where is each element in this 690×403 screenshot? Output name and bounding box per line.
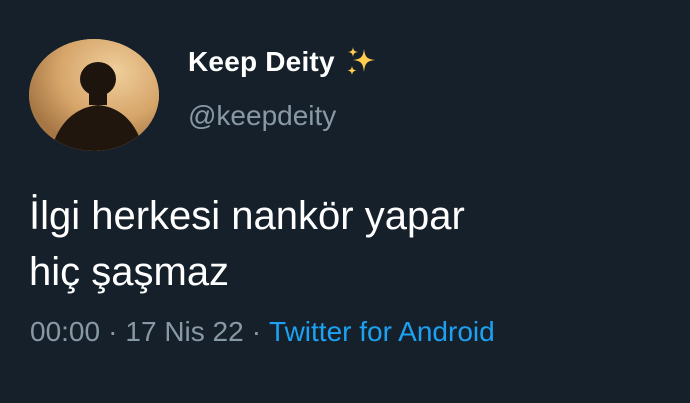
user-handle[interactable]: @keepdeity: [188, 100, 336, 132]
tweet-source-link[interactable]: Twitter for Android: [269, 316, 495, 347]
tweet-text-line: İlgi herkesi nankör yapar: [29, 194, 465, 238]
avatar-silhouette-icon: [29, 39, 159, 151]
tweet-card: Keep Deity @keepdeity İlgi herkesi nankö…: [0, 0, 690, 403]
meta-separator: ·: [251, 316, 262, 347]
display-name[interactable]: Keep Deity: [188, 46, 335, 78]
tweet-time: 00:00: [30, 316, 101, 347]
tweet-text-line: hiç şaşmaz: [29, 250, 230, 294]
sparkles-icon: [345, 45, 379, 79]
tweet-meta: 00:00 · 17 Nis 22 · Twitter for Android: [30, 316, 495, 348]
avatar[interactable]: [29, 39, 159, 151]
meta-separator: ·: [108, 316, 118, 347]
display-name-row[interactable]: Keep Deity: [188, 42, 379, 82]
tweet-text: İlgi herkesi nankör yapar hiç şaşmaz: [29, 188, 669, 300]
tweet-date[interactable]: 17 Nis 22: [125, 316, 243, 347]
